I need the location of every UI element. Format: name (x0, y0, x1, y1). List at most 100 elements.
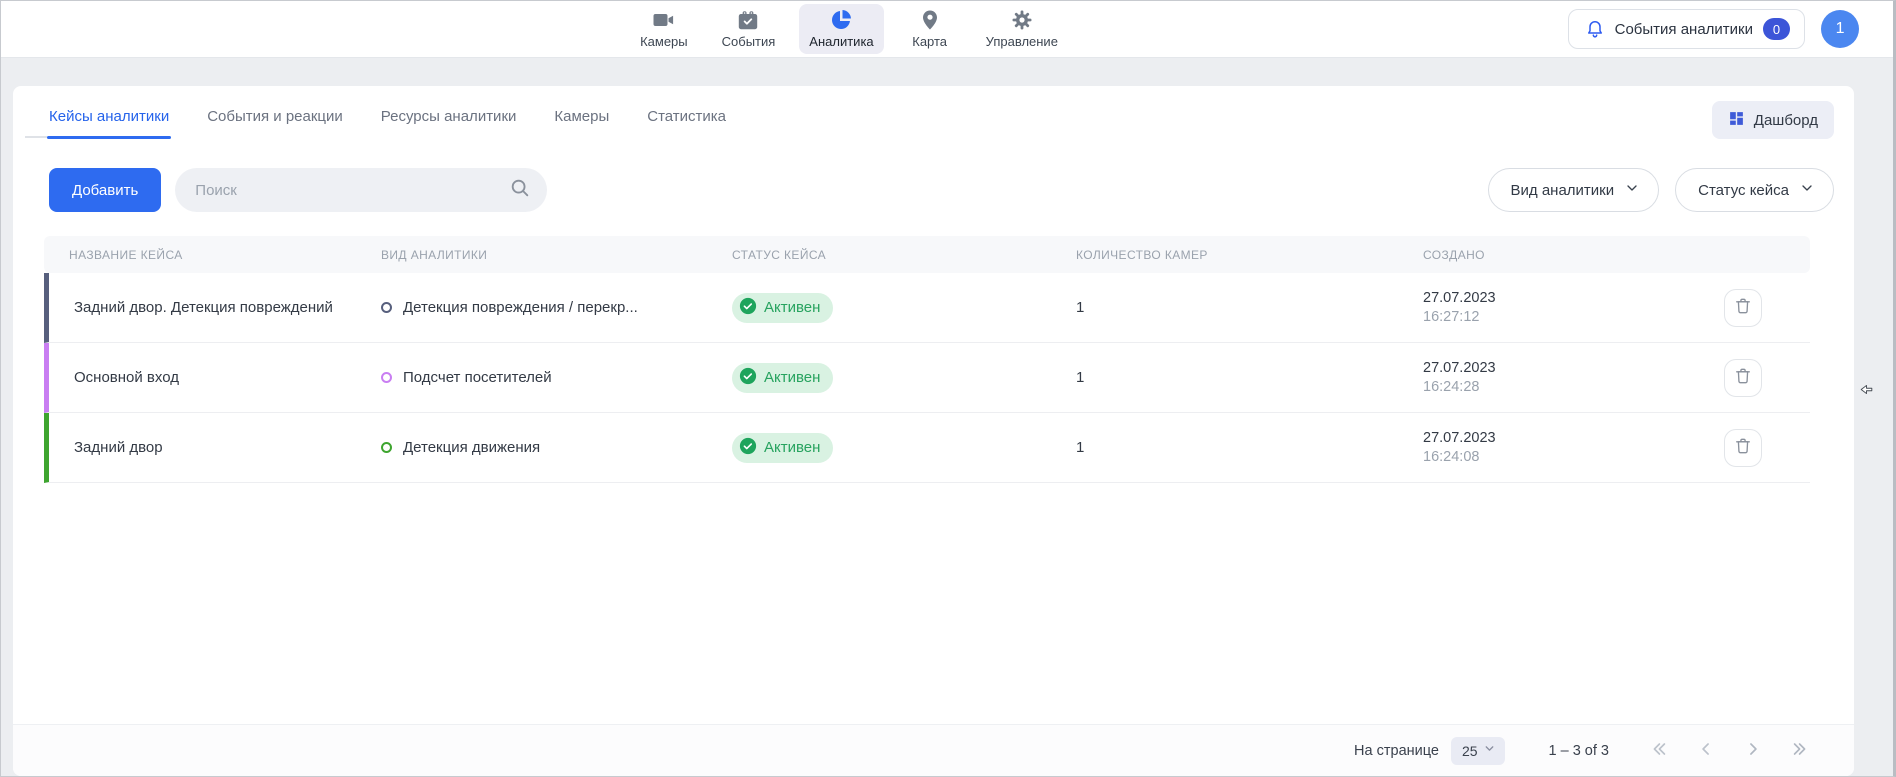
row-actions (1724, 429, 1810, 467)
prev-page-button[interactable] (1696, 739, 1716, 762)
case-status-filter[interactable]: Статус кейса (1675, 168, 1834, 212)
analytics-type-label: Подсчет посетителей (403, 369, 552, 386)
filters: Вид аналитики Статус кейса (1488, 168, 1834, 212)
pagination-bar: На странице 25 1 – 3 of 3 (13, 724, 1854, 776)
table-header: НАЗВАНИЕ КЕЙСА ВИД АНАЛИТИКИ СТАТУС КЕЙС… (44, 236, 1810, 273)
tab-statistics[interactable]: Статистика (645, 102, 728, 139)
avatar[interactable]: 1 (1821, 10, 1859, 48)
table-row[interactable]: Основной вход Подсчет посетителей Активе… (44, 343, 1810, 413)
row-actions (1724, 359, 1810, 397)
per-page-select[interactable]: 25 (1451, 737, 1505, 765)
double-chevron-left-icon (1649, 739, 1669, 762)
camera-count: 1 (1076, 439, 1423, 456)
status-badge: Активен (732, 363, 833, 393)
analytics-events-button[interactable]: События аналитики 0 (1568, 9, 1805, 49)
column-header-cameras: КОЛИЧЕСТВО КАМЕР (1076, 248, 1423, 262)
top-bar-right: События аналитики 0 1 (1166, 9, 1859, 49)
analytics-type-filter[interactable]: Вид аналитики (1488, 168, 1660, 212)
gear-icon (1010, 8, 1034, 32)
created-date: 27.07.2023 (1423, 430, 1724, 446)
nav-item-analytics[interactable]: Аналитика (799, 4, 883, 54)
last-page-button[interactable] (1790, 739, 1810, 762)
check-circle-icon (739, 367, 757, 389)
created-date: 27.07.2023 (1423, 360, 1724, 376)
analytics-type-ring-icon (381, 372, 392, 383)
status-cell: Активен (732, 363, 1076, 393)
column-header-status: СТАТУС КЕЙСА (732, 248, 1076, 262)
search-icon[interactable] (509, 177, 531, 204)
dashboard-grid-icon (1728, 110, 1745, 130)
tabs: Кейсы аналитики События и реакции Ресурс… (47, 102, 728, 139)
search-input[interactable] (195, 182, 509, 199)
first-page-button[interactable] (1649, 739, 1669, 762)
nav-item-events[interactable]: События (712, 4, 786, 54)
column-header-type: ВИД АНАЛИТИКИ (381, 248, 732, 262)
chevron-left-icon (1696, 739, 1716, 762)
double-chevron-right-icon (1790, 739, 1810, 762)
status-label: Активен (764, 439, 820, 456)
created-time: 16:24:08 (1423, 449, 1724, 465)
page-range-label: 1 – 3 of 3 (1549, 743, 1609, 759)
camera-icon (652, 8, 676, 32)
analytics-type-label: Детекция движения (403, 439, 540, 456)
next-page-button[interactable] (1743, 739, 1763, 762)
nav-label: События (722, 34, 776, 49)
camera-count: 1 (1076, 369, 1423, 386)
tab-analytics-resources[interactable]: Ресурсы аналитики (379, 102, 519, 139)
trash-icon (1733, 296, 1753, 319)
nav-label: Камеры (640, 34, 688, 49)
top-bar: Камеры События Аналитика Карта Управлени… (1, 1, 1893, 58)
status-badge: Активен (732, 433, 833, 463)
check-circle-icon (739, 437, 757, 459)
tab-analytics-cases[interactable]: Кейсы аналитики (47, 102, 171, 139)
tab-events-reactions[interactable]: События и реакции (205, 102, 345, 139)
chevron-down-icon (1624, 180, 1640, 201)
nav-item-map[interactable]: Карта (898, 4, 962, 54)
nav-item-cameras[interactable]: Камеры (630, 4, 698, 54)
cases-table: НАЗВАНИЕ КЕЙСА ВИД АНАЛИТИКИ СТАТУС КЕЙС… (44, 236, 1810, 483)
case-name: Задний двор (49, 439, 381, 456)
case-status-filter-label: Статус кейса (1698, 182, 1789, 199)
dashboard-button[interactable]: Дашборд (1712, 101, 1834, 139)
pager (1649, 739, 1810, 762)
main-navigation: Камеры События Аналитика Карта Управлени… (630, 4, 1068, 54)
column-header-created: СОЗДАНО (1423, 248, 1724, 262)
trash-icon (1733, 366, 1753, 389)
tabs-row: Кейсы аналитики События и реакции Ресурс… (13, 86, 1854, 144)
events-count-badge: 0 (1763, 18, 1790, 40)
nav-item-management[interactable]: Управление (976, 4, 1068, 54)
created-time: 16:24:28 (1423, 379, 1724, 395)
analytics-cases-panel: Кейсы аналитики События и реакции Ресурс… (13, 86, 1854, 776)
status-label: Активен (764, 299, 820, 316)
camera-count: 1 (1076, 299, 1423, 316)
created-cell: 27.07.2023 16:24:28 (1423, 360, 1724, 395)
created-cell: 27.07.2023 16:27:12 (1423, 290, 1724, 325)
created-date: 27.07.2023 (1423, 290, 1724, 306)
status-cell: Активен (732, 433, 1076, 463)
chevron-down-icon (1483, 742, 1496, 760)
delete-case-button[interactable] (1724, 289, 1762, 327)
table-row[interactable]: Задний двор. Детекция повреждений Детекц… (44, 273, 1810, 343)
event-check-icon (736, 8, 760, 32)
analytics-type-ring-icon (381, 442, 392, 453)
table-row[interactable]: Задний двор Детекция движения Активен 1 … (44, 413, 1810, 483)
status-badge: Активен (732, 293, 833, 323)
delete-case-button[interactable] (1724, 429, 1762, 467)
nav-label: Управление (986, 34, 1058, 49)
per-page-value: 25 (1462, 743, 1478, 759)
status-cell: Активен (732, 293, 1076, 323)
created-time: 16:27:12 (1423, 309, 1724, 325)
tab-cameras[interactable]: Камеры (552, 102, 611, 139)
case-name: Задний двор. Детекция повреждений (49, 299, 381, 316)
case-name: Основной вход (49, 369, 381, 386)
add-case-button[interactable]: Добавить (49, 168, 161, 212)
dashboard-button-label: Дашборд (1754, 112, 1818, 129)
delete-case-button[interactable] (1724, 359, 1762, 397)
pie-chart-icon (829, 8, 853, 32)
analytics-type-cell: Детекция движения (381, 439, 732, 456)
bell-icon (1585, 18, 1605, 41)
per-page-label: На странице (1354, 743, 1439, 759)
chevron-right-icon (1743, 739, 1763, 762)
map-pin-icon (918, 8, 942, 32)
created-cell: 27.07.2023 16:24:08 (1423, 430, 1724, 465)
